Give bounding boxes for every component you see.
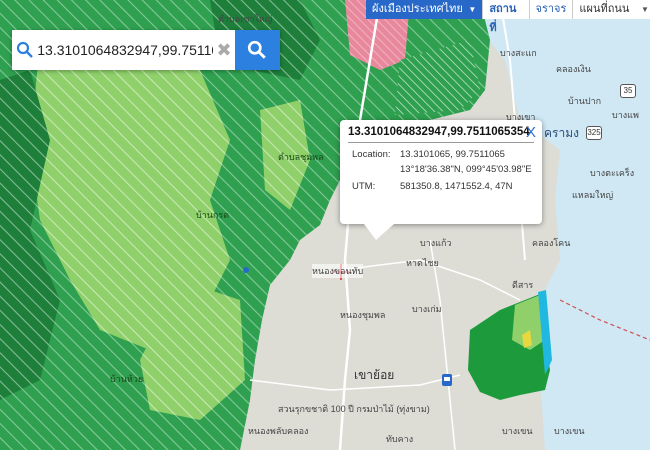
location-label: Location: [352, 149, 391, 160]
map-label: หนองขอนทับ [312, 264, 364, 278]
map-label: บางเก่ม [412, 304, 442, 314]
map-label: บ้านห้วย [110, 374, 144, 384]
layer-dropdown-label: ผังเมืองประเทศไทย [372, 3, 463, 15]
map-label: ตำบลเขาใหญ่ [218, 14, 273, 24]
tab-traffic[interactable]: จราจร [528, 0, 573, 19]
location-row: Location: 13.3101065, 99.7511065 [348, 149, 534, 160]
map-pin-icon[interactable] [243, 267, 249, 273]
chevron-down-icon: ▼ [468, 5, 477, 14]
map-label: หาดไชย [406, 258, 439, 268]
map-label: คลองเงิน [556, 64, 591, 74]
map-label: ครามง [544, 126, 579, 140]
map-label: บ้านกรด [196, 210, 230, 220]
top-toolbar: ผังเมืองประเทศไทย ▼ สถานที่ จราจร แผนที่… [366, 0, 650, 34]
layer-dropdown[interactable]: ผังเมืองประเทศไทย ▼ [366, 0, 483, 19]
map-label: บางเขน [502, 426, 533, 436]
utm-label: UTM: [352, 181, 376, 192]
location-popup: 13.3101064832947,99.7511065354 X Locatio… [340, 120, 542, 240]
location-dms: 13°18'36.38"N, 099°45'03.98"E [400, 164, 532, 175]
road-shield: 35 [620, 84, 636, 98]
search-icon [248, 40, 267, 59]
popup-tail [364, 224, 394, 240]
maptype-label: แผนที่ถนน [579, 3, 630, 15]
map-label: ตำบลชุมพล [278, 152, 324, 162]
search-input[interactable] [37, 30, 214, 70]
map-label: บางเขน [554, 426, 585, 436]
map-label: แหลมใหญ่ [572, 190, 614, 200]
utm-row: UTM: 581350.8, 1471552.4, 47N [348, 181, 534, 192]
popup-title: 13.3101064832947,99.7511065354 [348, 126, 534, 143]
location-dms-row: 13°18'36.38"N, 099°45'03.98"E [348, 164, 534, 175]
close-icon[interactable]: X [526, 124, 536, 141]
bus-stop-icon[interactable] [442, 374, 452, 386]
search-button[interactable] [234, 30, 280, 70]
search-bar: ✖ [12, 30, 280, 70]
map-label: บางสะแก [500, 48, 537, 58]
map-label: บางแพ [612, 110, 639, 120]
utm-value: 581350.8, 1471552.4, 47N [400, 181, 513, 192]
location-decimal: 13.3101065, 99.7511065 [400, 149, 505, 160]
map-label: หนองพลับคลอง [248, 426, 309, 436]
map-label: บางตะเคร็ง [590, 168, 635, 178]
tab-place[interactable]: สถานที่ [482, 0, 529, 34]
clear-icon[interactable]: ✖ [213, 30, 235, 70]
map-label: สวนรุกขชาติ 100 ปี กรมป่าไม้ (ทุ่งขาม) [278, 404, 430, 414]
maptype-dropdown[interactable]: แผนที่ถนน ▼ [572, 0, 650, 19]
map-label: เขาย้อย [354, 368, 395, 382]
map-label: บางแก้ว [420, 238, 452, 248]
map-label: หนองชุมพล [340, 310, 386, 320]
chevron-down-icon: ▼ [641, 5, 649, 14]
search-icon [12, 30, 37, 70]
road-shield: 325 [586, 126, 602, 140]
map-label: บ้านปาก [568, 96, 602, 106]
map-label: ทับคาง [386, 434, 414, 444]
map-label: คลองโคน [532, 238, 571, 248]
map-label: ดีสาร [512, 280, 534, 290]
